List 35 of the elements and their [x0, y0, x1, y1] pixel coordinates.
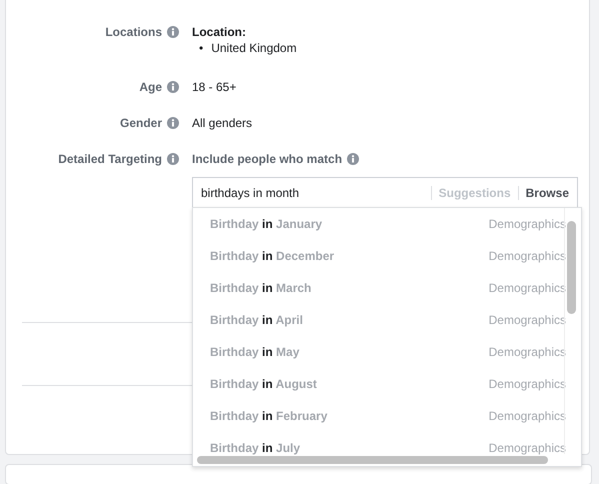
category-label: Demographics — [488, 377, 567, 391]
category-label: Demographics — [488, 313, 567, 327]
bullet: • — [199, 40, 204, 56]
field-value: All genders — [192, 116, 252, 130]
suggestion-item[interactable]: Birthday in February — [210, 409, 328, 423]
suggestion-item[interactable]: Birthday in December — [210, 249, 334, 263]
field-value: 18 - 65+ — [192, 80, 236, 94]
info-icon[interactable] — [167, 26, 179, 38]
category-label: Demographics — [488, 249, 567, 263]
include-label: Include people who match — [192, 151, 342, 167]
horizontal-scrollbar[interactable] — [197, 456, 548, 464]
suggestion-item[interactable]: Birthday in January — [210, 217, 322, 231]
category-label: Demographics — [488, 409, 567, 423]
info-icon[interactable] — [167, 153, 179, 165]
field-label: Locations — [105, 25, 162, 39]
search-field[interactable]: birthdays in month Suggestions Browse — [192, 177, 578, 208]
location-heading: Location: — [192, 24, 247, 40]
suggestion-item[interactable]: Birthday in April — [210, 313, 303, 327]
location-item: United Kingdom — [211, 40, 297, 56]
info-icon[interactable] — [167, 81, 179, 93]
suggestion-item[interactable]: Birthday in August — [210, 377, 317, 391]
field-label: Gender — [120, 116, 162, 130]
category-label: Demographics — [488, 441, 567, 455]
info-icon[interactable] — [347, 153, 360, 165]
field-label: Detailed Targeting — [58, 152, 162, 166]
category-label: Demographics — [488, 217, 567, 231]
category-label: Demographics — [488, 281, 567, 295]
info-icon[interactable] — [167, 117, 179, 129]
suggestion-item[interactable]: Birthday in July — [210, 441, 300, 455]
field-label: Age — [139, 80, 162, 94]
suggestion-item[interactable]: Birthday in May — [210, 345, 300, 359]
category-label: Demographics — [488, 345, 567, 359]
suggestion-item[interactable]: Birthday in March — [210, 281, 312, 295]
search-tab[interactable]: Browse — [518, 186, 569, 200]
vertical-scrollbar[interactable] — [567, 221, 576, 314]
